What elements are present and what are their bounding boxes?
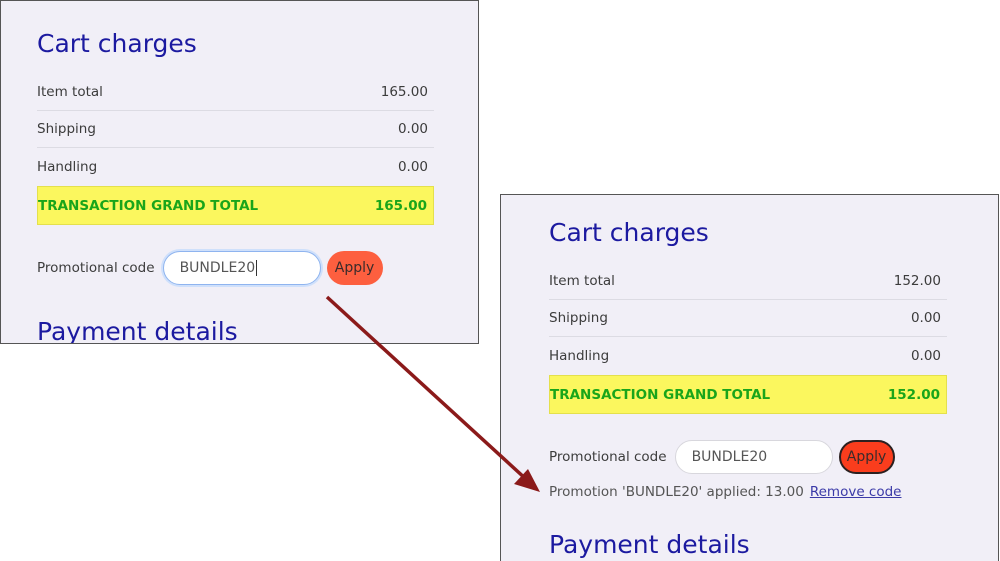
payment-details-title: Payment details	[549, 530, 750, 559]
handling-row: Handling 0.00	[549, 337, 947, 374]
promo-applied-message: Promotion 'BUNDLE20' applied: 13.00 Remov…	[549, 484, 947, 500]
item-total-row: Item total 152.00	[549, 263, 947, 300]
promo-code-value: BUNDLE20	[691, 449, 768, 465]
grand-total-label: TRANSACTION GRAND TOTAL	[38, 197, 259, 214]
text-caret	[256, 260, 258, 276]
shipping-row: Shipping 0.00	[549, 300, 947, 337]
handling-label: Handling	[549, 347, 610, 364]
item-total-value: 152.00	[893, 273, 941, 289]
item-total-value: 165.00	[380, 84, 428, 100]
shipping-value: 0.00	[910, 310, 941, 326]
cart-charges-title: Cart charges	[37, 29, 197, 58]
payment-details-title: Payment details	[37, 317, 238, 344]
apply-button[interactable]: Apply	[326, 251, 383, 285]
cart-panel-after: Cart charges Item total 152.00 Shipping …	[500, 194, 999, 561]
promo-applied-text: Promotion 'BUNDLE20' applied: 13.00	[549, 484, 804, 500]
shipping-row: Shipping 0.00	[37, 111, 434, 148]
cart-charges-section: Cart charges Item total 165.00 Shipping …	[37, 29, 434, 344]
promo-code-row: Promotional code BUNDLE20 Apply	[37, 251, 434, 285]
grand-total-label: TRANSACTION GRAND TOTAL	[550, 386, 771, 403]
cart-charges-title: Cart charges	[549, 218, 709, 247]
shipping-label: Shipping	[549, 310, 608, 326]
item-total-row: Item total 165.00	[37, 74, 434, 111]
promo-code-value: BUNDLE20	[179, 260, 256, 276]
item-total-label: Item total	[37, 84, 103, 100]
apply-button[interactable]: Apply	[838, 440, 895, 474]
promo-code-label: Promotional code	[549, 449, 667, 465]
shipping-label: Shipping	[37, 121, 96, 137]
grand-total-row: TRANSACTION GRAND TOTAL 152.00	[549, 375, 947, 414]
grand-total-row: TRANSACTION GRAND TOTAL 165.00	[37, 186, 434, 225]
cart-charges-section: Cart charges Item total 152.00 Shipping …	[549, 220, 947, 559]
handling-value: 0.00	[910, 347, 941, 364]
grand-total-value: 152.00	[887, 386, 940, 403]
promo-code-row: Promotional code BUNDLE20 Apply	[549, 440, 947, 474]
handling-label: Handling	[37, 158, 98, 175]
shipping-value: 0.00	[397, 121, 428, 137]
handling-row: Handling 0.00	[37, 148, 434, 185]
item-total-label: Item total	[549, 273, 615, 289]
grand-total-value: 165.00	[374, 197, 427, 214]
promo-code-input[interactable]: BUNDLE20	[162, 251, 321, 285]
promo-code-input[interactable]: BUNDLE20	[674, 440, 833, 474]
cart-panel-before: Cart charges Item total 165.00 Shipping …	[0, 0, 479, 344]
handling-value: 0.00	[397, 158, 428, 175]
remove-code-link[interactable]: Remove code	[810, 484, 902, 500]
promo-code-label: Promotional code	[37, 260, 155, 276]
